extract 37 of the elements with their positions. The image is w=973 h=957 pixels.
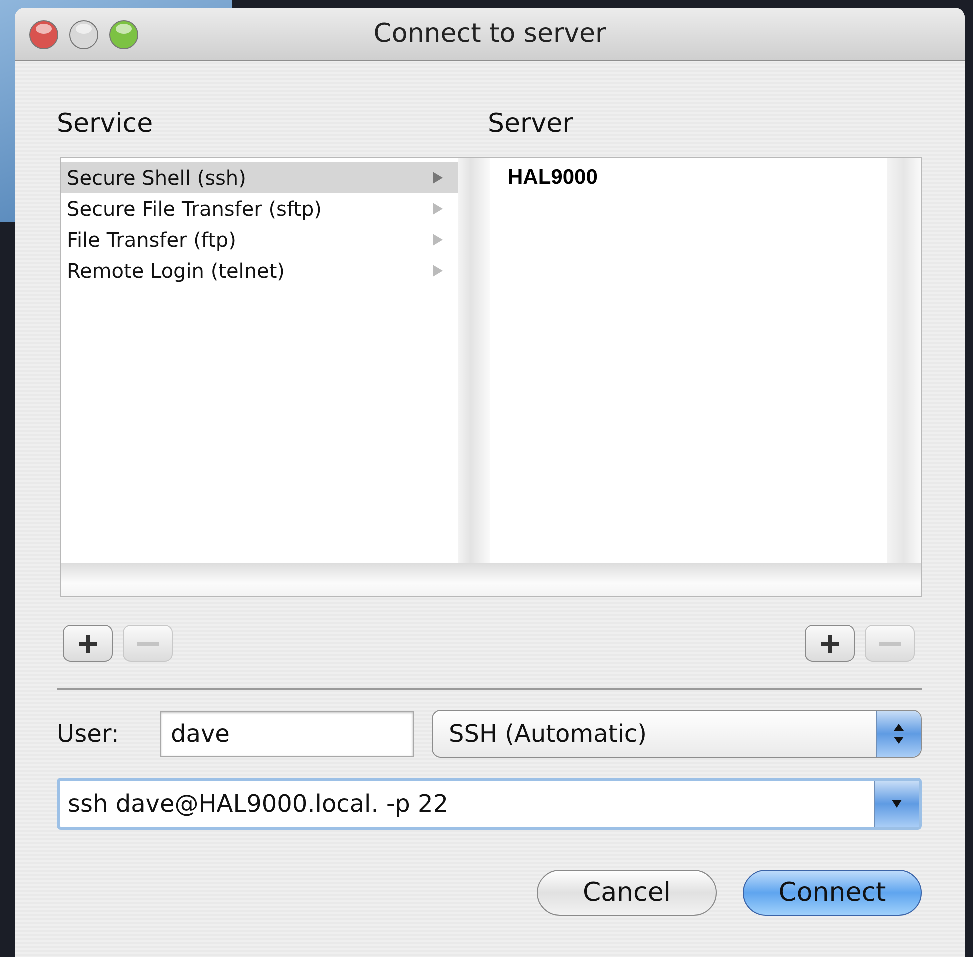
service-item[interactable]: Secure File Transfer (sftp) [61, 193, 458, 224]
disclosure-arrow-icon [432, 202, 444, 216]
user-field[interactable]: dave [160, 711, 414, 757]
command-combo-box[interactable]: ssh dave@HAL9000.local. -p 22 [57, 778, 922, 830]
up-down-arrows-icon [893, 722, 905, 746]
protocol-popup[interactable]: SSH (Automatic) [432, 710, 922, 758]
server-item[interactable]: HAL9000 [490, 162, 887, 193]
vertical-scroll-bar[interactable] [887, 158, 921, 563]
protocol-value: SSH (Automatic) [448, 720, 648, 748]
command-field[interactable]: ssh dave@HAL9000.local. -p 22 [60, 790, 874, 818]
minimize-icon[interactable] [69, 20, 99, 50]
minus-icon [137, 642, 159, 646]
minus-icon [879, 642, 901, 646]
add-button[interactable] [63, 625, 113, 662]
plus-icon [77, 632, 99, 654]
dropdown-arrow-icon [891, 799, 903, 809]
service-name: Remote Login (telnet) [67, 258, 285, 282]
service-name: Secure Shell (ssh) [67, 166, 246, 190]
horizontal-scroll-bar[interactable] [61, 563, 921, 596]
close-icon[interactable] [29, 20, 59, 50]
disclosure-arrow-icon [432, 232, 444, 246]
service-name: File Transfer (ftp) [67, 228, 236, 252]
window-title: Connect to server [374, 19, 606, 49]
plus-icon [819, 632, 841, 654]
default-button[interactable]: Connect [743, 870, 922, 916]
column-heading: Service [57, 109, 154, 139]
zoom-icon[interactable] [109, 20, 139, 50]
user-label: User: [57, 720, 120, 748]
service-item[interactable]: File Transfer (ftp) [61, 224, 458, 255]
column-heading: Server [488, 109, 574, 139]
service-item[interactable]: Remote Login (telnet) [61, 255, 458, 286]
disclosure-arrow-icon [432, 264, 444, 278]
push-button[interactable]: Cancel [537, 870, 717, 916]
disclosure-arrow-icon [432, 170, 444, 184]
service-name: Secure File Transfer (sftp) [67, 196, 322, 220]
service-item[interactable]: Secure Shell (ssh) [61, 162, 458, 193]
add-button[interactable] [805, 625, 855, 662]
